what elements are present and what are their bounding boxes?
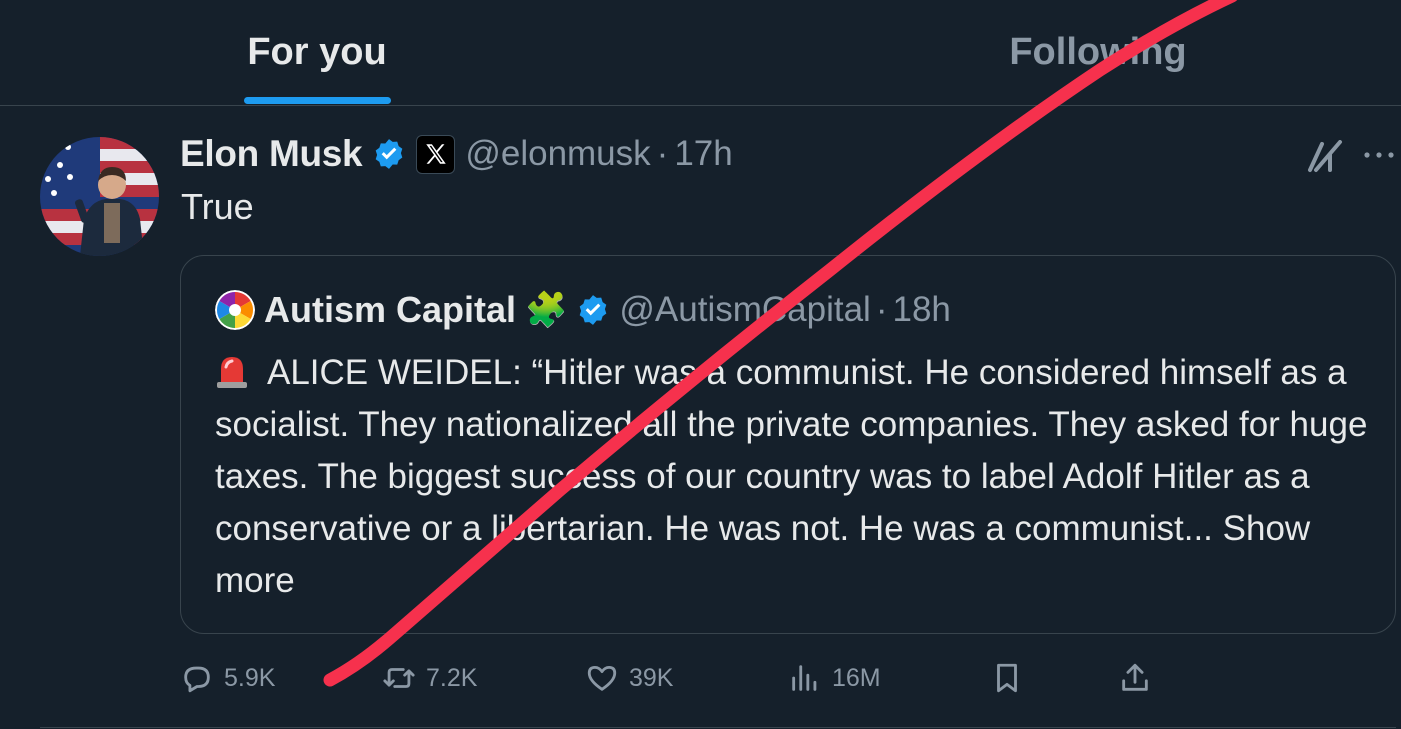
repost-button[interactable]: 7.2K	[382, 650, 477, 706]
repost-count: 7.2K	[426, 663, 478, 692]
tweet-actions: 5.9K 7.2K 39K 16M	[0, 650, 1401, 706]
quote-body-text: ALICE WEIDEL: “Hitler was a communist. H…	[215, 353, 1368, 548]
share-button[interactable]	[1118, 650, 1152, 706]
timeline-tabs: For you Following	[0, 0, 1401, 106]
like-button[interactable]: 39K	[585, 650, 673, 706]
tab-for-you[interactable]: For you	[210, 0, 424, 105]
author-handle[interactable]: @elonmusk	[465, 134, 650, 174]
author-name[interactable]: Elon Musk	[180, 133, 363, 175]
verified-badge-icon[interactable]	[372, 137, 406, 171]
view-count: 16M	[832, 663, 881, 692]
tweet-text: True	[181, 186, 254, 227]
quote-avatar[interactable]	[215, 290, 255, 330]
siren-icon	[215, 352, 249, 388]
quote-author-name[interactable]: Autism Capital	[264, 289, 516, 331]
quote-timestamp[interactable]: 18h	[893, 290, 951, 330]
bookmark-icon	[997, 663, 1017, 693]
like-count: 39K	[629, 663, 674, 692]
quote-text: ALICE WEIDEL: “Hitler was a communist. H…	[215, 347, 1375, 607]
quote-verified-badge-icon[interactable]	[576, 293, 610, 327]
views-icon	[792, 665, 817, 691]
quote-separator-dot: ·	[875, 290, 888, 329]
more-options-icon[interactable]	[1363, 145, 1395, 165]
timeline: For you Following Elon Musk @elonmusk · …	[0, 0, 1401, 729]
repost-icon	[383, 668, 415, 688]
bookmark-button[interactable]	[990, 650, 1024, 706]
heart-icon	[587, 665, 617, 691]
share-icon	[1122, 663, 1148, 691]
tweet-author-row: Elon Musk @elonmusk · 17h	[180, 131, 733, 177]
reply-icon	[184, 666, 210, 693]
x-affiliate-icon[interactable]	[416, 134, 456, 174]
avatar[interactable]	[40, 137, 159, 256]
reply-count: 5.9K	[224, 663, 276, 692]
avatar-image	[40, 137, 159, 256]
quoted-tweet[interactable]: Autism Capital 🧩 @AutismCapital · 18h AL…	[180, 255, 1396, 634]
quote-author-row: Autism Capital 🧩 @AutismCapital · 18h	[215, 288, 951, 332]
reply-button[interactable]: 5.9K	[180, 650, 275, 706]
quote-author-handle[interactable]: @AutismCapital	[619, 290, 870, 330]
puzzle-icon: 🧩	[525, 291, 568, 329]
tweet-timestamp[interactable]: 17h	[674, 134, 732, 174]
grok-icon[interactable]	[1306, 140, 1344, 174]
tab-following[interactable]: Following	[960, 0, 1236, 105]
tweet-divider	[40, 727, 1396, 728]
active-tab-indicator	[244, 97, 391, 104]
separator-dot: ·	[656, 134, 669, 173]
views-button[interactable]: 16M	[788, 650, 881, 706]
